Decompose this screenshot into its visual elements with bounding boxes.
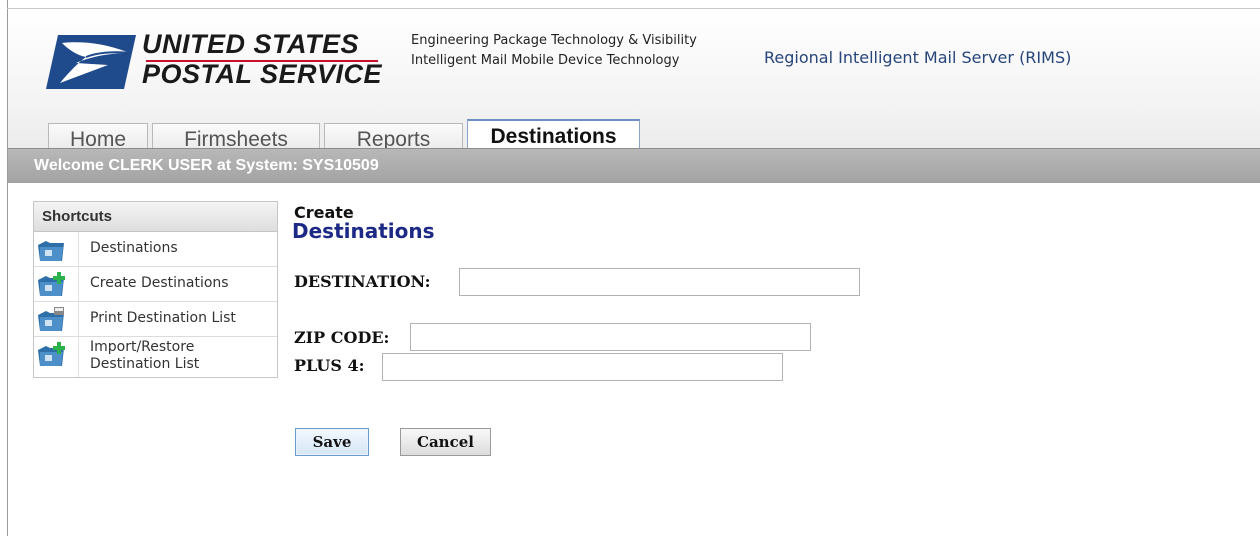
shortcut-divider xyxy=(78,302,79,336)
shortcut-print-destination-list[interactable]: Print Destination List xyxy=(34,302,277,337)
system-title: Regional Intelligent Mail Server (RIMS) xyxy=(764,48,1072,67)
form-heading-destinations: Destinations xyxy=(292,219,435,243)
header-subtitle: Engineering Package Technology & Visibil… xyxy=(411,31,697,71)
eagle-logo-icon xyxy=(46,35,136,89)
shortcut-label: Import/Restore Destination List xyxy=(90,339,200,372)
shortcut-create-destinations[interactable]: Create Destinations xyxy=(34,267,277,302)
shortcut-label: Print Destination List xyxy=(90,310,236,326)
brand-line2: POSTAL SERVICE xyxy=(142,59,383,89)
shortcut-import-restore-destination-list[interactable]: Import/Restore Destination List xyxy=(34,337,277,377)
brand-wordmark: UNITED STATES POSTAL SERVICE xyxy=(142,29,382,89)
welcome-bar: Welcome CLERK USER at System: SYS10509 xyxy=(8,148,1260,183)
folder-print-icon xyxy=(38,307,64,331)
shortcuts-title: Shortcuts xyxy=(34,202,277,232)
zip-code-input[interactable] xyxy=(410,323,811,351)
plus4-input[interactable] xyxy=(382,353,783,381)
shortcut-destinations[interactable]: Destinations xyxy=(34,232,277,267)
cancel-button[interactable]: Cancel xyxy=(400,428,491,456)
shortcut-divider xyxy=(78,337,79,377)
zip-code-label: ZIP CODE: xyxy=(294,328,390,347)
subtitle-line1: Engineering Package Technology & Visibil… xyxy=(411,33,697,48)
shortcut-label: Create Destinations xyxy=(90,275,229,291)
destination-label: DESTINATION: xyxy=(294,272,431,291)
plus4-label: PLUS 4: xyxy=(294,356,365,375)
shortcuts-panel: Shortcuts Destinations Create Destinatio… xyxy=(33,201,278,378)
page-header: UNITED STATES POSTAL SERVICE Engineering… xyxy=(8,9,1260,157)
save-button[interactable]: Save xyxy=(295,428,369,456)
folder-import-icon xyxy=(38,342,65,366)
destination-input[interactable] xyxy=(459,268,860,296)
welcome-text: Welcome CLERK USER at System: SYS10509 xyxy=(34,157,379,174)
shortcut-divider xyxy=(78,267,79,301)
shortcut-divider xyxy=(78,232,79,266)
folder-add-icon xyxy=(38,272,65,296)
subtitle-line2: Intelligent Mail Mobile Device Technolog… xyxy=(411,53,680,68)
shortcut-label: Destinations xyxy=(90,240,178,256)
usps-logo[interactable]: UNITED STATES POSTAL SERVICE xyxy=(46,29,386,99)
folder-icon xyxy=(38,241,64,261)
brand-line1: UNITED STATES xyxy=(142,29,360,59)
